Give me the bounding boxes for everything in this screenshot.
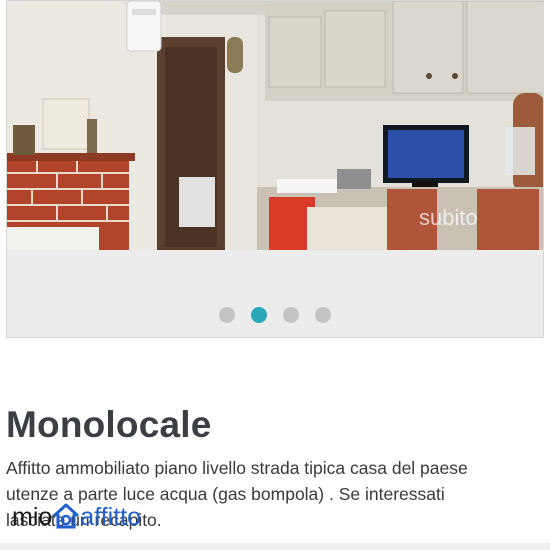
photo-gallery[interactable]: subito (6, 0, 544, 338)
description-line: Affitto ammobiliato piano livello strada… (6, 458, 468, 478)
carousel-dot[interactable] (283, 307, 299, 323)
logo-text-mio: mio (12, 503, 53, 531)
carousel-dot[interactable] (219, 307, 235, 323)
mioaffitto-logo[interactable]: mio affitto (12, 496, 141, 530)
bottom-bar (0, 543, 550, 550)
carousel-indicators (7, 306, 543, 324)
watermark-text: subito (419, 205, 478, 230)
carousel-dot-active[interactable] (251, 307, 267, 323)
logo-text-affitto: affitto (80, 503, 141, 531)
listing-title: Monolocale (6, 404, 212, 445)
house-icon (53, 503, 79, 529)
listing-photo[interactable]: subito (7, 1, 543, 250)
carousel-dot[interactable] (315, 307, 331, 323)
